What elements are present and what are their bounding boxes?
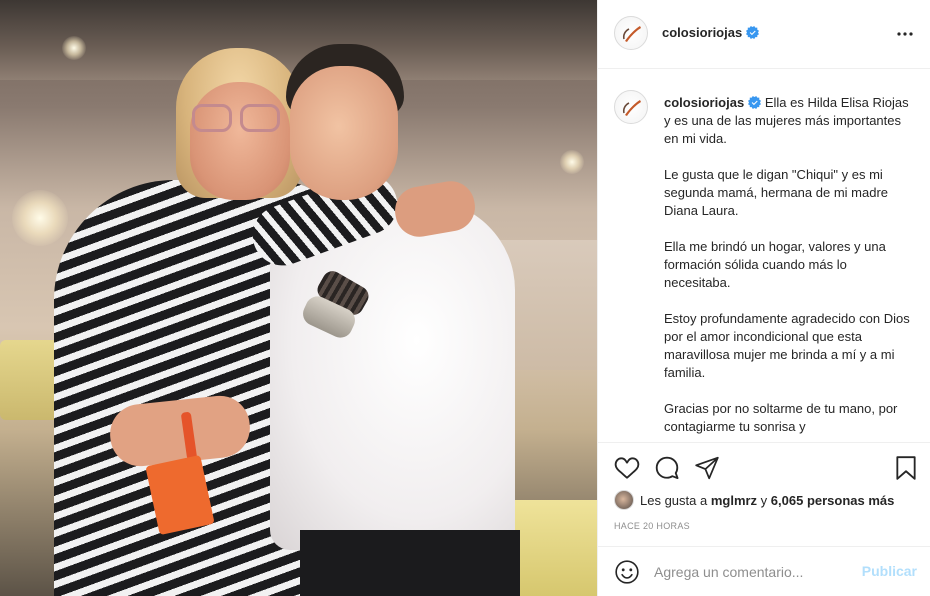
woman-glasses	[192, 104, 284, 134]
likes-count[interactable]: 6,065 personas más	[771, 493, 895, 508]
verified-badge-icon	[746, 26, 760, 39]
likes-middle: y	[757, 492, 771, 508]
caption-paragraph: Le gusta que le digan "Chiqui" y es mi s…	[664, 167, 889, 218]
bookmark-icon[interactable]	[893, 455, 919, 481]
caption-paragraph: Gracias por no soltarme de tu mano, por …	[664, 401, 898, 434]
liker-username[interactable]: mglmrz	[711, 493, 757, 508]
profile-avatar[interactable]	[614, 16, 648, 50]
more-options-icon[interactable]	[893, 22, 917, 46]
likes-summary: Les gusta a mglmrz y 6,065 personas más	[614, 489, 894, 511]
man-pants	[300, 530, 520, 596]
wall-light	[560, 150, 584, 174]
share-icon[interactable]	[694, 455, 720, 481]
post-timestamp[interactable]: Hace 20 horas	[614, 521, 690, 531]
caption-paragraph: Ella me brindó un hogar, valores y una f…	[664, 239, 886, 290]
man-face	[290, 66, 398, 200]
heart-icon[interactable]	[614, 455, 640, 481]
post-side-panel: colosioriojas colosioriojas Ella es Hild…	[597, 0, 930, 596]
comment-input[interactable]	[654, 561, 854, 583]
verified-badge-icon	[748, 96, 762, 109]
caption-text: colosioriojas Ella es Hilda Elisa Riojas…	[664, 94, 914, 442]
woman-face	[190, 82, 290, 200]
wall-light	[12, 190, 68, 246]
caption-username[interactable]: colosioriojas	[664, 95, 744, 110]
header-username-text[interactable]: colosioriojas	[662, 25, 742, 40]
caption-area: colosioriojas Ella es Hilda Elisa Riojas…	[598, 70, 930, 442]
liker-avatar[interactable]	[614, 490, 634, 510]
likes-prefix: Les gusta a	[640, 492, 711, 508]
caption-avatar[interactable]	[614, 90, 648, 124]
post-photo[interactable]	[0, 0, 597, 596]
comment-bar: Publicar	[598, 546, 930, 596]
emoji-icon[interactable]	[614, 559, 640, 585]
publish-button[interactable]: Publicar	[862, 563, 917, 579]
header-username[interactable]: colosioriojas	[662, 25, 760, 40]
caption-paragraph: Estoy profundamente agradecido con Dios …	[664, 311, 910, 380]
ceiling-light	[62, 36, 86, 60]
post-header: colosioriojas	[598, 0, 930, 69]
post-actions: Les gusta a mglmrz y 6,065 personas más …	[598, 442, 930, 546]
comment-icon[interactable]	[654, 455, 680, 481]
